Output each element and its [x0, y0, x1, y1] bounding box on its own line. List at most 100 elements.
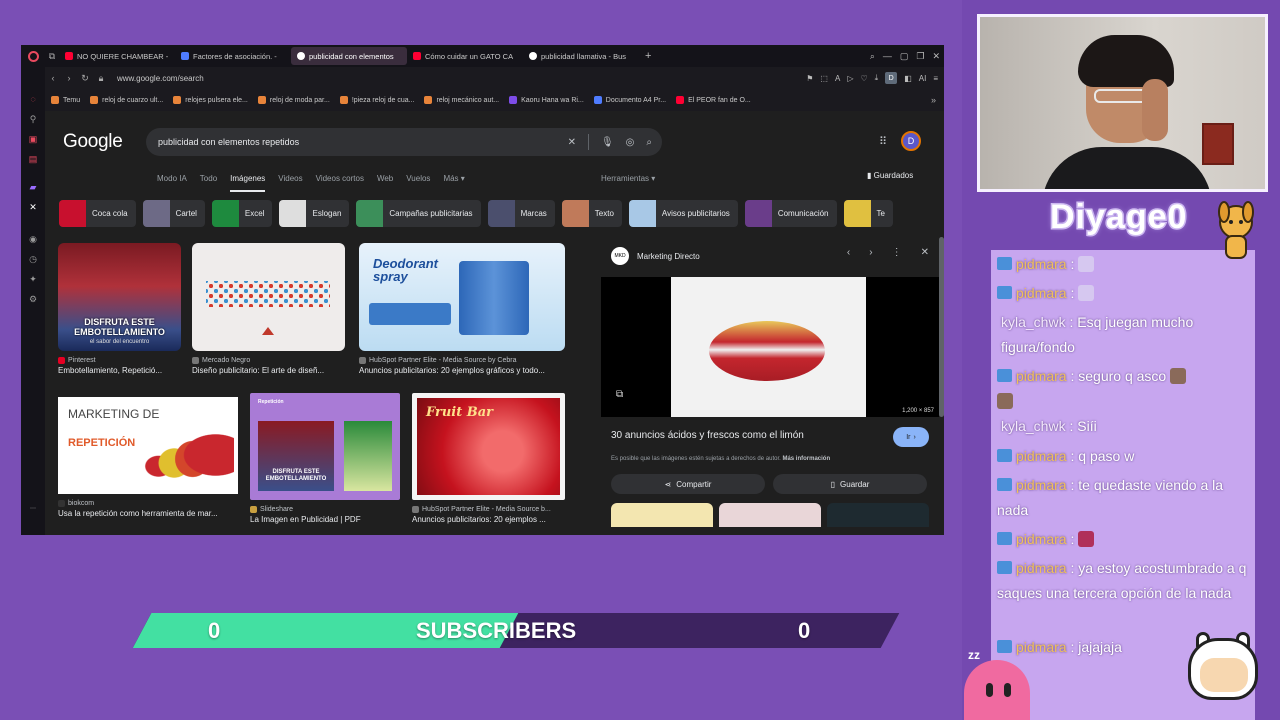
minimize-icon[interactable]: — [883, 51, 892, 61]
bookmark-item[interactable]: Documento A4 Pr... [593, 96, 666, 104]
bookmark-item[interactable]: reloj de moda par... [257, 96, 330, 104]
result-title[interactable]: Embotellamiento, Repetició... [58, 366, 181, 375]
tab-todo[interactable]: Todo [200, 174, 217, 192]
result-thumbnail[interactable] [192, 243, 345, 351]
chip-texto[interactable]: Texto [561, 200, 622, 227]
heart-icon[interactable]: ♡ [860, 74, 867, 83]
result-title[interactable]: La Imagen en Publicidad | PDF [250, 515, 400, 524]
preview-image[interactable]: ⧉ 1,200 × 857 [601, 277, 939, 417]
tab-2[interactable]: publicidad con elementos [291, 47, 407, 65]
bookmarks-overflow-icon[interactable]: » [931, 95, 936, 105]
more-icon[interactable]: ⋯ [27, 503, 39, 515]
url-field[interactable]: www.google.com/search [117, 74, 204, 83]
tab-3[interactable]: Cómo cuidar un GATO CA [407, 47, 523, 65]
pin-icon[interactable]: ⚑ [806, 74, 813, 83]
image-result[interactable]: Repetición DISFRUTA ESTE EMBOTELLAMIENTO… [250, 393, 400, 524]
google-profile-avatar[interactable]: D [901, 131, 921, 151]
previous-icon[interactable]: ‹ [847, 247, 850, 258]
result-thumbnail[interactable]: Deodorant spray [359, 243, 565, 351]
tools-button[interactable]: Herramientas ▾ [601, 174, 655, 183]
ai-button[interactable]: AI [919, 74, 927, 83]
tab-modo-ia[interactable]: Modo IA [157, 174, 187, 192]
extensions-icon[interactable]: ✦ [27, 273, 39, 285]
chip-excel[interactable]: Excel [211, 200, 273, 227]
result-thumbnail[interactable]: Repetición DISFRUTA ESTE EMBOTELLAMIENTO [250, 393, 400, 500]
tab-mas[interactable]: Más ▾ [443, 174, 464, 192]
bookmark-item[interactable]: Temu [51, 96, 80, 104]
more-info-link[interactable]: Más información [782, 456, 830, 462]
profile-avatar[interactable]: D [885, 72, 898, 84]
result-title[interactable]: Anuncios publicitarios: 20 ejemplos gráf… [359, 366, 565, 375]
chip-marcas[interactable]: Marcas [487, 200, 555, 227]
result-thumbnail[interactable]: Fruit Bar [412, 393, 565, 500]
instagram-icon[interactable]: ▣ [27, 133, 39, 145]
google-logo[interactable]: Google [63, 131, 123, 153]
search-tabs-icon[interactable]: ⌕ [870, 51, 875, 62]
bookmark-item[interactable]: reloj mecánico aut... [424, 96, 499, 104]
close-panel-icon[interactable]: ✕ [921, 247, 929, 258]
tab-1[interactable]: Factores de asociación. - [175, 47, 291, 65]
play-icon[interactable]: ▷ [847, 74, 853, 83]
reload-icon[interactable]: ↻ [77, 73, 93, 84]
page-scrollbar[interactable] [939, 237, 944, 417]
bookmark-item[interactable]: relojes pulsera ele... [173, 96, 248, 104]
result-title[interactable]: Anuncios publicitarios: 20 ejemplos ... [412, 515, 565, 524]
bookmark-item[interactable]: !pieza reloj de cua... [339, 96, 414, 104]
chip-te[interactable]: Te [843, 200, 893, 227]
chip-comunicacion[interactable]: Comunicación [744, 200, 837, 227]
result-title[interactable]: Diseño publicitario: El arte de diseñ... [192, 366, 345, 375]
bookmark-item[interactable]: Kaoru Hana wa Ri... [509, 96, 584, 104]
result-thumbnail[interactable]: DISFRUTA ESTE EMBOTELLAMIENTO el sabor d… [58, 243, 181, 351]
x-icon[interactable]: ✕ [27, 201, 39, 213]
new-tab-icon[interactable]: + [639, 50, 657, 62]
apps-grid-icon[interactable]: ⠿ [879, 135, 887, 148]
messenger-icon[interactable]: ▤ [27, 153, 39, 165]
microphone-icon[interactable]: 🎙︎ [601, 137, 614, 148]
tab-web[interactable]: Web [377, 174, 393, 192]
saved-button[interactable]: ▮ Guardados [867, 171, 913, 180]
chip-avisos[interactable]: Avisos publicitarios [628, 200, 738, 227]
image-result[interactable]: Fruit Bar HubSpot Partner Elite - Media … [412, 393, 565, 524]
translate-icon[interactable]: A [835, 74, 840, 83]
panel-source[interactable]: MKD Marketing Directo [611, 247, 700, 265]
maximize-icon[interactable]: ❐ [916, 51, 924, 62]
share-button[interactable]: ⋖ Compartir [611, 474, 765, 494]
related-thumbnail[interactable] [611, 503, 713, 527]
opera-logo-icon[interactable] [21, 45, 45, 67]
bookmark-item[interactable]: reloj de cuarzo ult... [90, 96, 163, 104]
tab-search-icon[interactable]: ⧉ [45, 45, 59, 67]
image-result[interactable]: Mercado Negro Diseño publicitario: El ar… [192, 243, 345, 375]
chip-coca-cola[interactable]: Coca cola [59, 200, 136, 227]
snapshot-icon[interactable]: ⬚ [820, 74, 828, 83]
aria-icon[interactable]: ◌ [27, 93, 39, 105]
chip-eslogan[interactable]: Eslogan [279, 200, 350, 227]
workspaces-icon[interactable]: ⚲ [27, 113, 39, 125]
related-thumbnail[interactable] [827, 503, 929, 527]
settings-icon[interactable]: ⚙ [27, 293, 39, 305]
chip-campanas[interactable]: Campañas publicitarias [356, 200, 481, 227]
history-icon[interactable]: ◷ [27, 253, 39, 265]
more-options-icon[interactable]: ⋮ [892, 247, 902, 258]
back-icon[interactable]: ‹ [45, 73, 61, 83]
visit-button[interactable]: Ir › [893, 427, 929, 447]
image-result[interactable]: DISFRUTA ESTE EMBOTELLAMIENTO el sabor d… [58, 243, 181, 375]
next-icon[interactable]: › [869, 247, 872, 258]
image-result[interactable]: MARKETING DE REPETICIÓN biokcom Usa la r… [58, 397, 238, 518]
snap-icon[interactable]: ▢ [900, 51, 909, 62]
twitch-icon[interactable]: ▰ [27, 181, 39, 193]
player-icon[interactable]: ◉ [27, 233, 39, 245]
tab-videos[interactable]: Videos [278, 174, 302, 192]
tab-vuelos[interactable]: Vuelos [406, 174, 430, 192]
result-thumbnail[interactable]: MARKETING DE REPETICIÓN [58, 397, 238, 494]
download-icon[interactable]: ⤓ [875, 73, 879, 83]
tab-0[interactable]: NO QUIERE CHAMBEAR - [59, 47, 175, 65]
tab-4[interactable]: publicidad llamativa - Bus [523, 47, 639, 65]
related-thumbnail[interactable] [719, 503, 821, 527]
wallet-icon[interactable]: ◧ [904, 74, 912, 83]
tab-imagenes[interactable]: Imágenes [230, 174, 266, 192]
menu-icon[interactable]: ≡ [933, 74, 938, 83]
chip-cartel[interactable]: Cartel [142, 200, 205, 227]
tab-videos-cortos[interactable]: Videos cortos [316, 174, 364, 192]
search-input[interactable]: publicidad con elementos repetidos ✕ 🎙︎ … [146, 128, 662, 156]
image-result[interactable]: Deodorant spray HubSpot Partner Elite - … [359, 243, 565, 375]
